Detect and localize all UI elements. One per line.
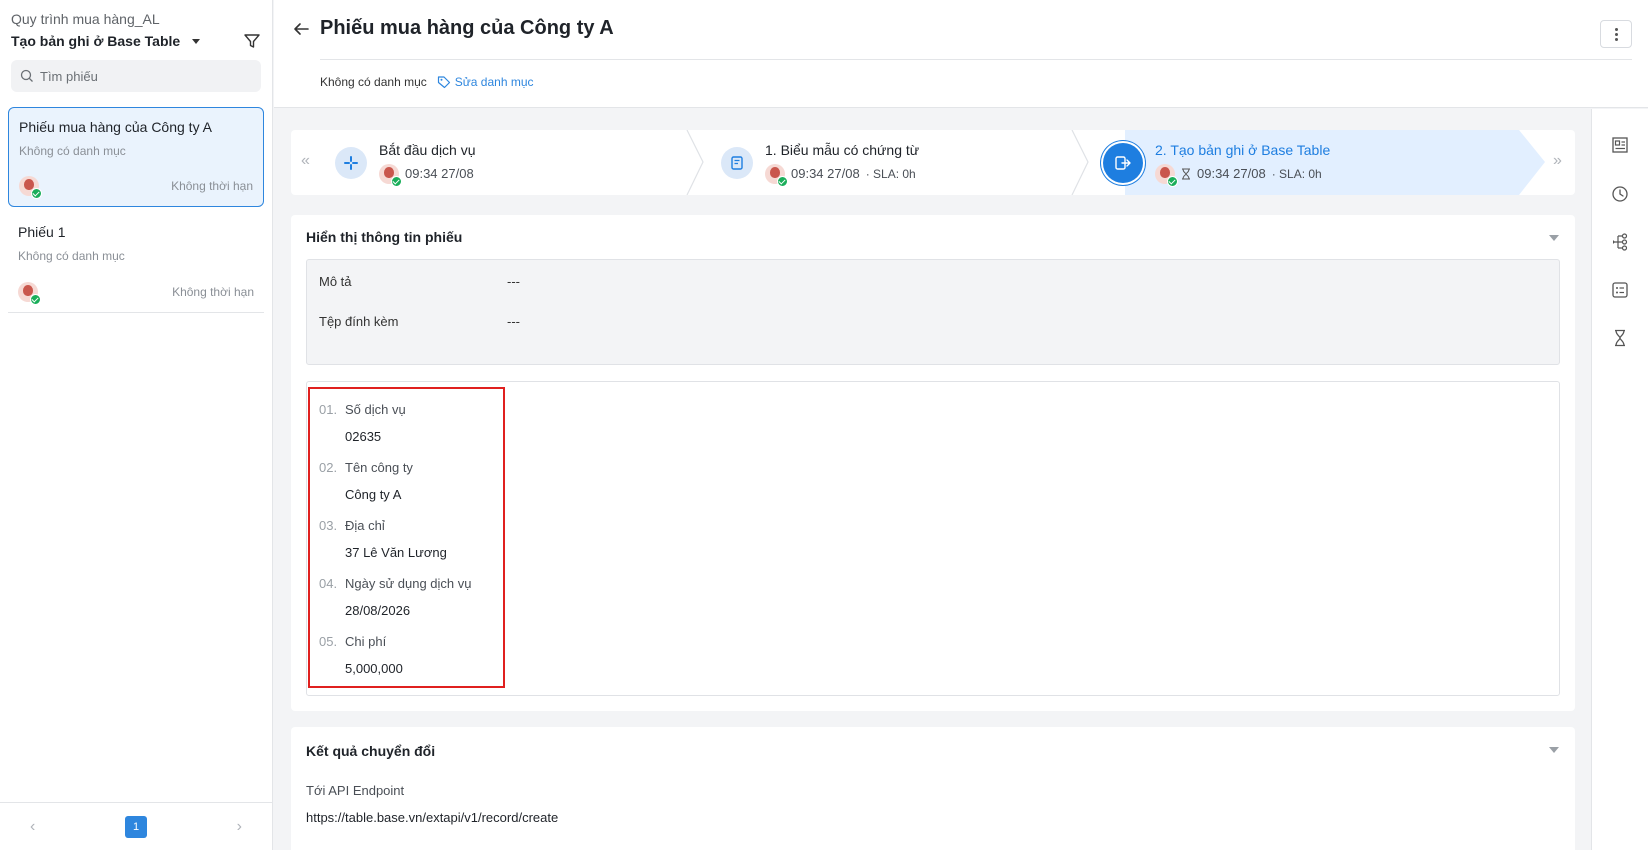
field-value: 28/08/2026 [345, 603, 411, 618]
field-cost: 05. Chi phí 5,000,000 [319, 634, 403, 676]
description-value: --- [507, 274, 520, 289]
stage-name: Tạo bản ghi ở Base Table [11, 33, 181, 49]
attachment-value: --- [507, 314, 520, 329]
process-name: Quy trình mua hàng_AL [11, 11, 160, 27]
attachment-label: Tệp đính kèm [319, 314, 399, 329]
field-number: 01. [319, 402, 338, 417]
description-label: Mô tả [319, 274, 352, 289]
next-page-icon[interactable]: › [237, 818, 242, 836]
step-create-record[interactable]: 2. Tạo bản ghi ở Base Table 09:34 27/08 … [1103, 130, 1330, 195]
prev-page-icon[interactable]: ‹ [30, 818, 35, 836]
avatar [765, 163, 788, 187]
api-endpoint-value: https://table.base.vn/extapi/v1/record/c… [306, 810, 559, 825]
step-time: 09:34 27/08 [1197, 166, 1266, 181]
field-value: 02635 [345, 429, 382, 444]
tag-icon [437, 76, 450, 89]
avatar [1155, 163, 1178, 187]
field-number: 03. [319, 518, 338, 533]
search-icon [20, 69, 33, 82]
step-form[interactable]: 1. Biểu mẫu có chứng từ 09:34 27/08 · SL… [721, 130, 919, 195]
stage-selector[interactable]: Tạo bản ghi ở Base Table [11, 33, 201, 49]
step-time: 09:34 27/08 [405, 166, 474, 181]
stepper-next-icon[interactable]: » [1553, 152, 1562, 170]
page-number[interactable]: 1 [125, 815, 147, 838]
edit-category-link[interactable]: Sửa danh mục [437, 75, 534, 89]
avatar [19, 176, 42, 199]
step-sla: · SLA: 0h [1271, 166, 1322, 181]
hourglass-icon[interactable] [1610, 328, 1630, 348]
ticket-category: Không có danh mục [19, 144, 126, 158]
pagination: ‹ 1 › [0, 802, 272, 850]
more-options-button[interactable] [1600, 20, 1632, 48]
search-input[interactable] [40, 68, 240, 84]
ticket-header: Phiếu mua hàng của Công ty A Không có da… [274, 0, 1648, 108]
conversion-result-panel: Kết quả chuyển đổi Tới API Endpoint http… [291, 727, 1575, 850]
field-service-number: 01. Số dịch vụ 02635 [319, 402, 406, 444]
create-record-icon [1103, 142, 1143, 183]
page-title: Phiếu mua hàng của Công ty A [320, 17, 614, 39]
ticket-info-panel: Hiển thị thông tin phiếu Mô tả --- Tệp đ… [291, 215, 1575, 711]
history-clock-icon[interactable] [1610, 184, 1630, 204]
ticket-sidebar: Quy trình mua hàng_AL Tạo bản ghi ở Base… [0, 0, 273, 850]
field-label: Địa chỉ [345, 518, 385, 533]
ticket-title: Phiếu 1 [18, 224, 66, 240]
step-start[interactable]: Bắt đầu dịch vụ 09:34 27/08 [335, 130, 476, 195]
field-value: 37 Lê Văn Lương [345, 545, 447, 560]
collapse-caret-icon[interactable] [1549, 747, 1559, 753]
panel-title: Kết quả chuyển đổi [306, 743, 436, 759]
workflow-icon[interactable] [1610, 232, 1630, 252]
back-arrow-icon[interactable] [292, 20, 310, 38]
field-number: 02. [319, 460, 338, 475]
caret-down-icon [192, 38, 201, 44]
form-document-icon [721, 146, 753, 179]
field-value: 5,000,000 [345, 661, 403, 676]
checklist-icon[interactable] [1610, 280, 1630, 300]
ticket-title: Phiếu mua hàng của Công ty A [19, 119, 213, 135]
step-name: 1. Biểu mẫu có chứng từ [765, 141, 920, 158]
ticket-card-1[interactable]: Phiếu mua hàng của Công ty A Không có da… [8, 107, 264, 207]
hourglass-icon [1182, 168, 1190, 179]
general-info-box: Mô tả --- Tệp đính kèm --- [306, 259, 1560, 365]
start-service-icon [335, 146, 367, 179]
avatar [18, 282, 41, 305]
step-time: 09:34 27/08 [791, 166, 860, 181]
stepper-prev-icon[interactable]: « [301, 152, 310, 170]
ticket-category: Không có danh mục [18, 249, 125, 263]
field-address: 03. Địa chỉ 37 Lê Văn Lương [319, 518, 447, 560]
step-separator [1071, 130, 1089, 195]
ticket-deadline: Không thời hạn [172, 285, 254, 299]
field-number: 04. [319, 576, 338, 591]
panel-title: Hiển thị thông tin phiếu [306, 229, 463, 245]
category-label: Không có danh mục [320, 75, 427, 89]
field-label: Ngày sử dụng dịch vụ [345, 576, 472, 591]
step-sla: · SLA: 0h [865, 166, 916, 181]
field-number: 05. [319, 634, 338, 649]
divider [320, 59, 1632, 60]
check-icon [30, 294, 41, 305]
edit-category-label: Sửa danh mục [454, 75, 534, 89]
right-toolbar [1591, 109, 1648, 850]
filter-icon[interactable] [243, 32, 261, 50]
check-icon [31, 188, 42, 199]
field-label: Tên công ty [345, 460, 413, 475]
ticket-content: « » Bắt đầu dịch vụ 09:34 27/08 1. Biểu … [291, 130, 1575, 850]
step-separator [686, 130, 704, 195]
collapse-caret-icon[interactable] [1549, 235, 1559, 241]
ticket-card-2[interactable]: Phiếu 1 Không có danh mục Không thời hạn [8, 213, 264, 313]
workflow-stepper: « » Bắt đầu dịch vụ 09:34 27/08 1. Biểu … [291, 130, 1575, 195]
details-panel-icon[interactable] [1610, 135, 1630, 155]
avatar [379, 163, 402, 187]
step-name: 2. Tạo bản ghi ở Base Table [1155, 141, 1331, 158]
form-fields-box: 01. Số dịch vụ 02635 02. Tên công ty Công … [306, 381, 1560, 696]
field-label: Số dịch vụ [345, 402, 406, 417]
field-service-date: 04. Ngày sử dụng dịch vụ 28/08/2026 [319, 576, 472, 618]
api-endpoint-label: Tới API Endpoint [306, 783, 405, 798]
field-value: Công ty A [345, 487, 402, 502]
ticket-deadline: Không thời hạn [171, 179, 253, 193]
field-label: Chi phí [345, 634, 387, 649]
step-name: Bắt đầu dịch vụ [379, 141, 476, 158]
field-company-name: 02. Tên công ty Công ty A [319, 460, 413, 502]
search-box [11, 60, 261, 92]
